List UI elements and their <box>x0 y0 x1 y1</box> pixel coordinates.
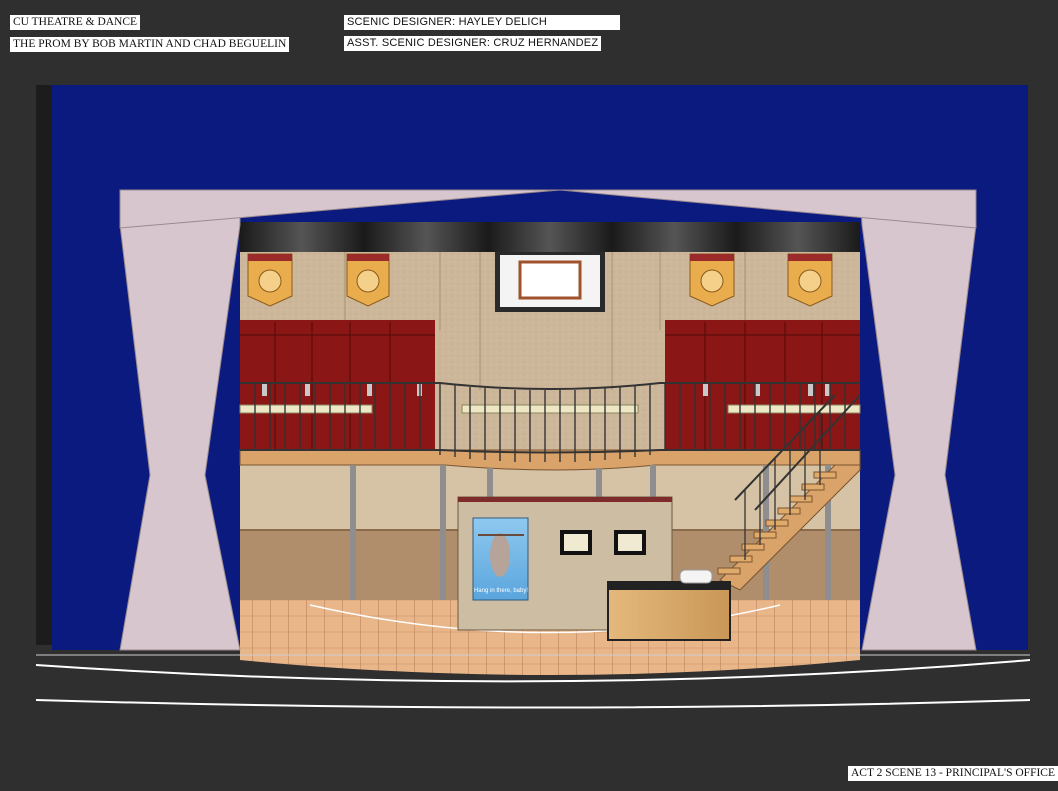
lockers-right <box>665 320 860 450</box>
stage-rendering <box>35 85 1031 709</box>
valance <box>240 222 860 252</box>
left-masking <box>36 85 54 645</box>
poster-caption: Hang in there, baby! <box>473 588 529 594</box>
lockers-left <box>240 320 435 450</box>
upper-frame <box>495 252 605 312</box>
